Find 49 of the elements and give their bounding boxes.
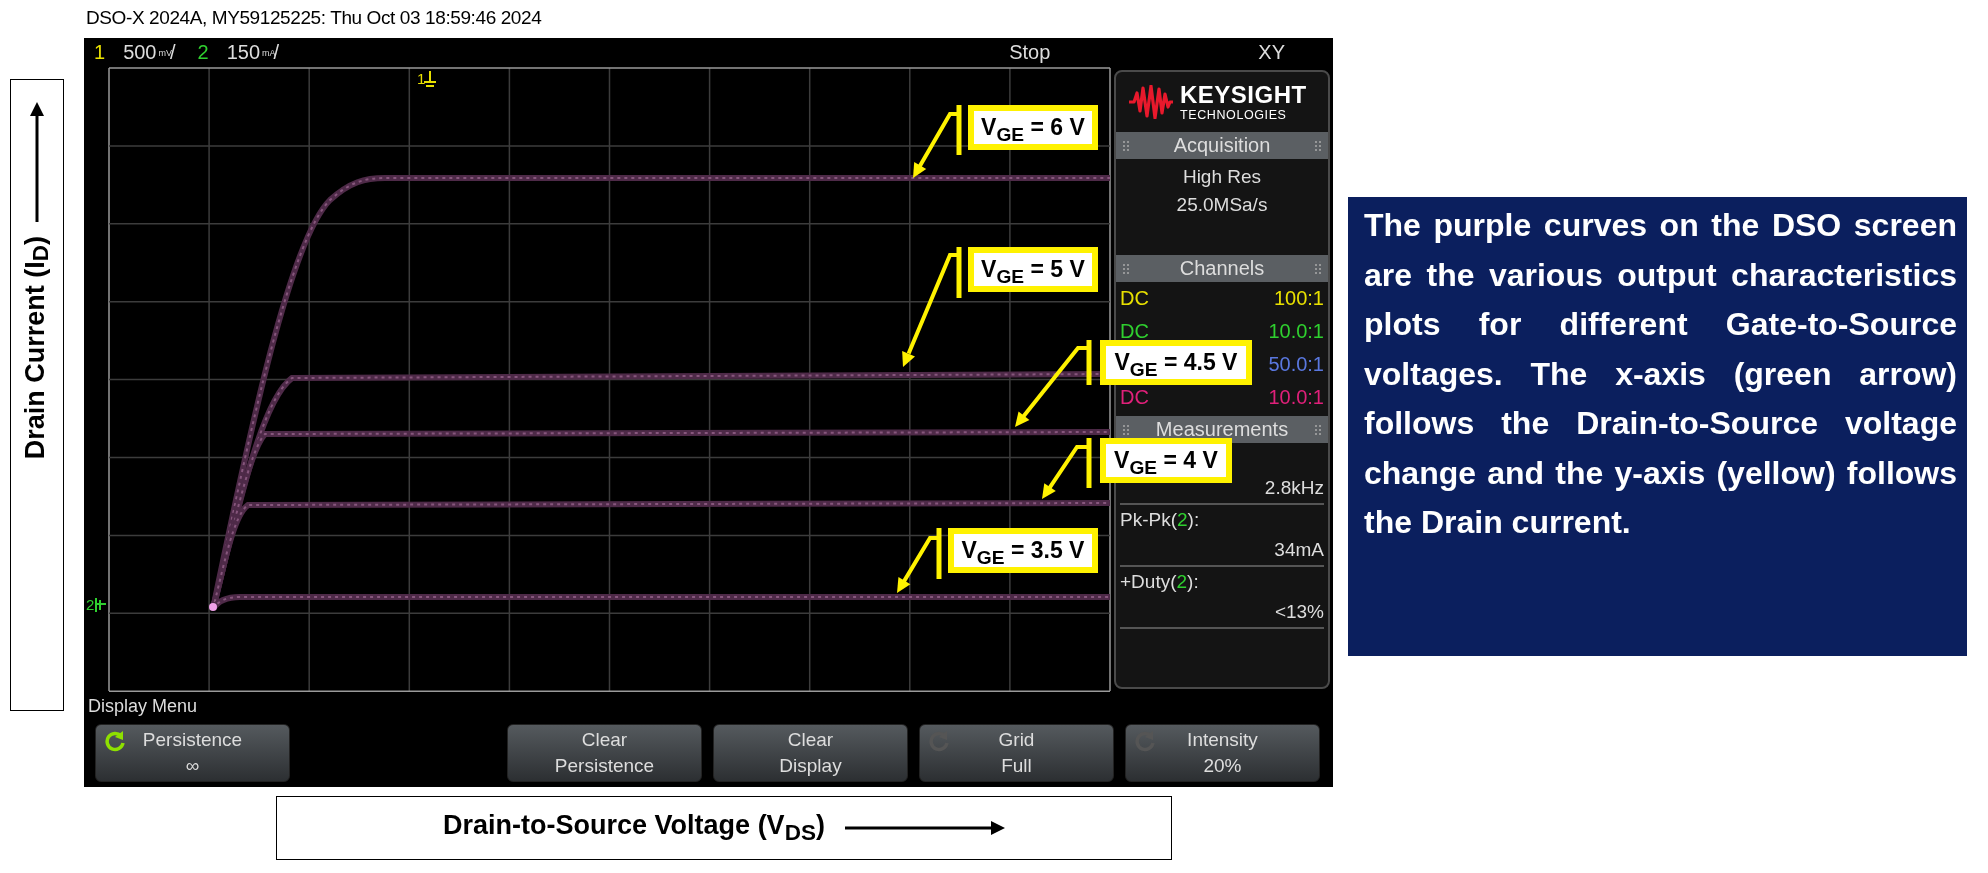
section-title: Acquisition — [1173, 134, 1271, 157]
grip-icon — [1315, 140, 1321, 151]
probe-ratio: 10.0:1 — [1268, 385, 1324, 410]
display-mode: XY — [1258, 40, 1285, 64]
axis-label: Drain-to-Source Voltage (V$_{DS}$) — [443, 809, 825, 847]
probe-ratio: 10.0:1 — [1268, 319, 1324, 344]
softkey-button[interactable]: Clear Display — [713, 724, 908, 782]
probe-ratio: 50.0:1 — [1268, 352, 1324, 377]
callout-arrow — [897, 528, 942, 593]
grip-icon — [1123, 424, 1129, 435]
callout-label: V$_{GE}$ = 4 V — [1100, 438, 1232, 483]
softkey-button[interactable]: Persistence ∞ — [95, 724, 290, 782]
logo-icon — [1128, 85, 1174, 119]
channel-coupling: DC — [1120, 286, 1149, 311]
trace-marker: 2 — [86, 596, 95, 613]
run-state: Stop — [1009, 40, 1051, 64]
grip-icon — [1123, 140, 1129, 151]
grip-icon — [1315, 263, 1321, 274]
probe-ratio: 100:1 — [1273, 286, 1324, 311]
measurement-label: +Duty(2): — [1120, 571, 1199, 592]
callout-label: V$_{GE}$ = 3.5 V — [948, 528, 1098, 573]
callout-label: V$_{GE}$ = 5 V — [968, 247, 1098, 292]
callout-label: V$_{GE}$ = 6 V — [968, 105, 1098, 150]
window-title: DSO-X 2024A, MY59125225: Thu Oct 03 18:59:46 2024 — [85, 6, 543, 30]
sample-rate: 25.0MSa/s — [1176, 193, 1268, 217]
menu-title: Display Menu — [88, 696, 198, 716]
softkey-button[interactable]: Clear Persistence — [507, 724, 702, 782]
callout-label: V$_{GE}$ = 4.5 V — [1100, 340, 1252, 385]
section-title: Channels — [1179, 257, 1265, 280]
measurement-value: 2.8kHz — [1264, 477, 1324, 498]
acquisition-mode: High Res — [1182, 165, 1262, 189]
section-title: Measurements — [1155, 418, 1289, 441]
grip-icon — [1315, 424, 1321, 435]
measurement-label: Pk-Pk(2): — [1120, 509, 1200, 530]
softkey-button[interactable]: Intensity 20% — [1125, 724, 1320, 782]
channel-number: 1 — [94, 40, 106, 64]
ground-icon — [423, 70, 437, 87]
channel-coupling: DC — [1120, 385, 1149, 410]
ground-icon — [95, 597, 107, 613]
grip-icon — [1123, 263, 1129, 274]
channel-number: 2 — [197, 40, 209, 64]
callout-arrow — [1042, 438, 1092, 499]
brand-name: KEYSIGHT — [1180, 82, 1307, 107]
measurement-value: 34mA — [1274, 539, 1324, 560]
measurement-value: <13% — [1274, 601, 1324, 622]
trace-marker: 1 — [417, 70, 426, 87]
description-text: The purple curves on the DSO screen are the various output characteristics plots for different Gate-to-Source voltages. The x-axis (green arrow) follows the Drain-to-Source voltage change and the y-axis (yellow) follows the Drain current. — [1348, 197, 1967, 656]
brand-subtitle: TECHNOLOGIES — [1180, 108, 1288, 122]
softkey-button[interactable]: Grid Full — [919, 724, 1114, 782]
